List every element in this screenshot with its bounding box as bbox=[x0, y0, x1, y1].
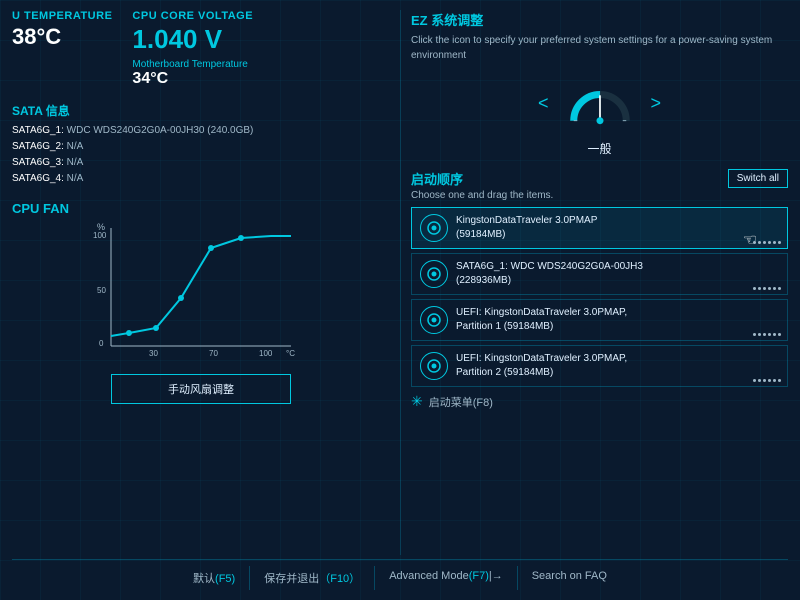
sata-item-3: SATA6G_3: N/A bbox=[12, 155, 390, 171]
boot-item-3-icon bbox=[420, 306, 448, 334]
cpu-voltage-value: 1.040 V bbox=[132, 24, 253, 55]
temp-section: U Temperature 38°C CPU Core Voltage 1.04… bbox=[12, 10, 390, 88]
boot-item-3-text: UEFI: KingstonDataTraveler 3.0PMAP, Part… bbox=[456, 306, 627, 334]
footer-save-exit[interactable]: 保存并退出（F10） bbox=[250, 566, 375, 590]
cpu-temp-label: U Temperature bbox=[12, 10, 112, 22]
sata-item-4: SATA6G_4: N/A bbox=[12, 171, 390, 187]
cpu-voltage-block: CPU Core Voltage 1.040 V Motherboard Tem… bbox=[132, 10, 253, 88]
boot-item-4-drag bbox=[753, 379, 781, 382]
svg-text:100: 100 bbox=[259, 349, 273, 358]
svg-text:70: 70 bbox=[209, 349, 218, 358]
svg-text:0: 0 bbox=[99, 339, 104, 348]
footer-search-faq[interactable]: Search on FAQ bbox=[518, 566, 621, 590]
ez-prev-button[interactable]: < bbox=[538, 93, 549, 114]
boot-item-1-text: KingstonDataTraveler 3.0PMAP (59184MB) bbox=[456, 214, 597, 242]
mb-temp-value: 34°C bbox=[132, 70, 253, 88]
asterisk-icon: ✳ bbox=[411, 393, 423, 410]
fan-title: CPU FAN bbox=[12, 201, 390, 216]
boot-subtitle: Choose one and drag the items. bbox=[411, 190, 788, 201]
mb-temp-label: Motherboard Temperature bbox=[132, 59, 253, 70]
left-column: U Temperature 38°C CPU Core Voltage 1.04… bbox=[12, 10, 400, 555]
boot-item-2-icon bbox=[420, 260, 448, 288]
sata-item-2: SATA6G_2: N/A bbox=[12, 139, 390, 155]
cpu-temp-value: 38°C bbox=[12, 24, 112, 50]
sata-section: SATA 信息 SATA6G_1: WDC WDS240G2G0A-00JH30… bbox=[12, 102, 390, 187]
mb-temp-block: Motherboard Temperature 34°C bbox=[132, 59, 253, 88]
ez-gauge bbox=[565, 71, 635, 136]
ez-gauge-row: < > bbox=[411, 71, 788, 136]
boot-item-3-drag bbox=[753, 333, 781, 336]
boot-item-2-text: SATA6G_1: WDC WDS240G2G0A-00JH3 (228936M… bbox=[456, 260, 643, 288]
boot-item-4-text: UEFI: KingstonDataTraveler 3.0PMAP, Part… bbox=[456, 352, 627, 380]
boot-header: 启动顺序 Switch all bbox=[411, 169, 788, 188]
ez-title: EZ 系统调整 bbox=[411, 10, 788, 29]
svg-text:100: 100 bbox=[93, 231, 107, 240]
boot-item-3[interactable]: UEFI: KingstonDataTraveler 3.0PMAP, Part… bbox=[411, 299, 788, 341]
boot-section: 启动顺序 Switch all Choose one and drag the … bbox=[411, 169, 788, 410]
ez-section: EZ 系统调整 Click the icon to specify your p… bbox=[411, 10, 788, 157]
right-column: EZ 系统调整 Click the icon to specify your p… bbox=[400, 10, 788, 555]
cpu-temp-block: U Temperature 38°C bbox=[12, 10, 112, 50]
ez-mode-label: 一般 bbox=[411, 140, 788, 157]
boot-item-1[interactable]: KingstonDataTraveler 3.0PMAP (59184MB) ☜ bbox=[411, 207, 788, 249]
footer-default[interactable]: 默认(F5) bbox=[179, 566, 250, 590]
boot-menu-link[interactable]: ✳ 启动菜单(F8) bbox=[411, 393, 788, 410]
svg-text:50: 50 bbox=[97, 286, 106, 295]
fan-manual-button[interactable]: 手动风扇调整 bbox=[111, 374, 291, 404]
cpu-voltage-label: CPU Core Voltage bbox=[132, 10, 253, 22]
svg-text:°C: °C bbox=[286, 349, 295, 358]
sata-item-1: SATA6G_1: WDC WDS240G2G0A-00JH30 (240.0G… bbox=[12, 123, 390, 139]
cursor-icon: ☜ bbox=[743, 230, 757, 250]
footer: 默认(F5) 保存并退出（F10） Advanced Mode(F7)|→ Se… bbox=[12, 559, 788, 590]
boot-item-2-drag bbox=[753, 287, 781, 290]
fan-section: CPU FAN % 100 50 0 30 70 100 °C bbox=[12, 201, 390, 404]
boot-item-1-drag bbox=[753, 241, 781, 244]
svg-text:30: 30 bbox=[149, 349, 158, 358]
fan-chart: % 100 50 0 30 70 100 °C bbox=[12, 218, 390, 368]
boot-item-2[interactable]: SATA6G_1: WDC WDS240G2G0A-00JH3 (228936M… bbox=[411, 253, 788, 295]
footer-advanced-mode[interactable]: Advanced Mode(F7)|→ bbox=[375, 566, 518, 590]
boot-item-1-icon bbox=[420, 214, 448, 242]
boot-item-4-icon bbox=[420, 352, 448, 380]
boot-item-4[interactable]: UEFI: KingstonDataTraveler 3.0PMAP, Part… bbox=[411, 345, 788, 387]
boot-title: 启动顺序 bbox=[411, 169, 463, 188]
switch-all-button[interactable]: Switch all bbox=[728, 169, 788, 188]
ez-description: Click the icon to specify your preferred… bbox=[411, 33, 788, 63]
ez-next-button[interactable]: > bbox=[651, 93, 662, 114]
boot-menu-text: 启动菜单(F8) bbox=[429, 394, 493, 410]
sata-title: SATA 信息 bbox=[12, 102, 390, 119]
